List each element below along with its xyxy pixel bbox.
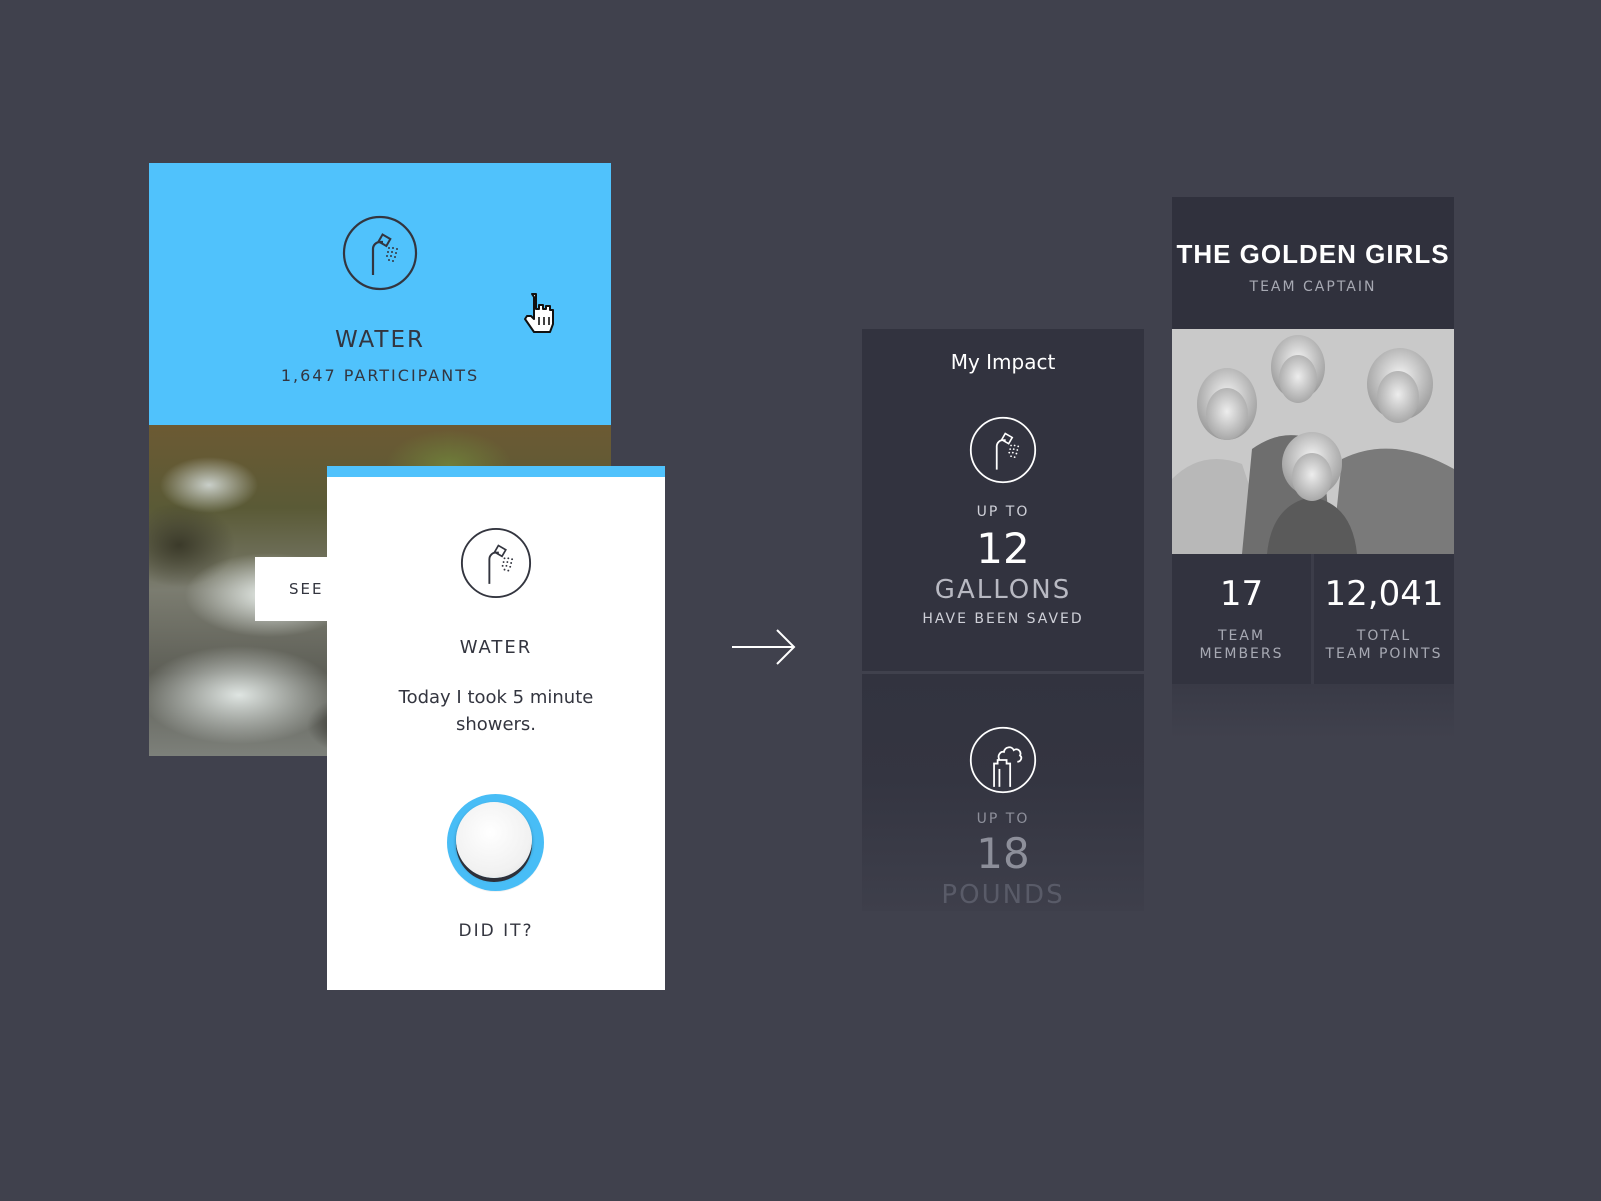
team-name: THE GOLDEN GIRLS (1176, 239, 1450, 269)
hand-pointer-icon (524, 293, 554, 333)
impact-unit: POUNDS (941, 880, 1065, 910)
did-it-toggle[interactable] (447, 794, 544, 891)
impact-value: 12 (976, 524, 1030, 573)
stat-team-members: 17 TEAM MEMBERS (1172, 554, 1311, 684)
shower-icon (460, 527, 532, 599)
impact-prefix: UP TO (976, 504, 1030, 520)
shower-icon (969, 416, 1037, 484)
impact-value: 18 (976, 829, 1030, 878)
stat-label-line: MEMBERS (1199, 646, 1284, 662)
did-it-card-title: WATER (459, 637, 533, 658)
my-impact-card: My Impact UP TO 12 GALLONS HAVE BEEN SAV… (862, 329, 1144, 911)
team-photo-illustration (1172, 329, 1454, 554)
impact-item-emissions: UP TO 18 POUNDS (862, 674, 1144, 911)
toggle-knob[interactable] (456, 802, 532, 878)
impact-prefix: UP TO (976, 811, 1030, 827)
stat-team-points: 12,041 TOTAL TEAM POINTS (1314, 554, 1454, 684)
did-it-label: DID IT? (458, 921, 534, 941)
shower-icon (342, 215, 418, 291)
arrow-right-icon (732, 629, 796, 665)
team-stats: 17 TEAM MEMBERS 12,041 TOTAL TEAM POINTS (1172, 554, 1454, 684)
team-header: THE GOLDEN GIRLS TEAM CAPTAIN (1172, 197, 1454, 329)
stat-value: 12,041 (1324, 574, 1444, 614)
team-card[interactable]: THE GOLDEN GIRLS TEAM CAPTAIN 17 TEAM ME… (1172, 197, 1454, 739)
team-role: TEAM CAPTAIN (1249, 279, 1377, 295)
participants-count: 1,647 PARTICIPANTS (280, 366, 480, 385)
card-fade (1172, 684, 1454, 739)
water-card-header[interactable]: WATER 1,647 PARTICIPANTS (149, 163, 611, 425)
impact-suffix: HAVE BEEN SAVED (922, 611, 1084, 627)
team-photo (1172, 329, 1454, 554)
stat-label: TEAM MEMBERS (1172, 627, 1311, 663)
did-it-card: WATER Today I took 5 minute showers. DID… (327, 466, 665, 990)
impact-title: My Impact (950, 350, 1056, 374)
challenge-statement: Today I took 5 minute showers. (398, 687, 594, 735)
stat-value: 17 (1219, 574, 1264, 614)
smokestack-icon (969, 726, 1037, 794)
stat-label-line: TEAM (1217, 628, 1266, 644)
stat-label-line: TEAM POINTS (1325, 646, 1443, 662)
impact-unit: GALLONS (934, 575, 1072, 605)
impact-item-water: My Impact UP TO 12 GALLONS HAVE BEEN SAV… (862, 329, 1144, 671)
stat-label: TOTAL TEAM POINTS (1314, 627, 1454, 663)
stat-label-line: TOTAL (1356, 628, 1412, 644)
